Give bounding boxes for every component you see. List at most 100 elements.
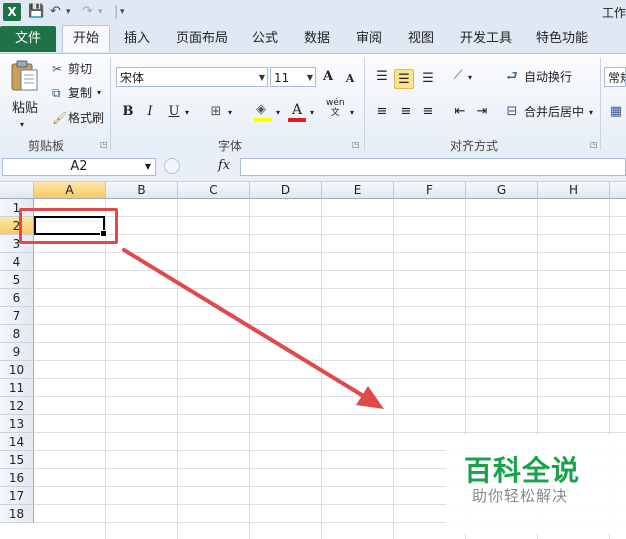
tab-file[interactable]: 文件 <box>0 26 56 52</box>
row-header[interactable]: 8 <box>0 325 34 343</box>
qat-separator: | <box>114 4 119 19</box>
copy-button[interactable]: 复制 <box>68 84 92 102</box>
insert-function-button[interactable]: fx <box>218 158 230 173</box>
column-header-c[interactable]: C <box>178 182 250 199</box>
paste-button[interactable]: 粘贴 ▾ <box>6 60 42 130</box>
row-header[interactable]: 12 <box>0 397 34 415</box>
column-header-g[interactable]: G <box>466 182 538 199</box>
font-color-letter: A <box>292 102 303 118</box>
excel-app-icon[interactable]: X <box>3 3 21 21</box>
redo-icon[interactable]: ↷ <box>82 4 93 20</box>
row-header[interactable]: 5 <box>0 271 34 289</box>
paste-label: 粘贴 <box>12 101 39 116</box>
underline-dropdown-icon[interactable]: ▾ <box>185 104 189 122</box>
ribbon-tabs: 文件 开始 插入 页面布局 公式 数据 审阅 视图 开发工具 特色功能 <box>0 24 626 53</box>
save-icon[interactable]: 💾 <box>28 4 44 20</box>
row-header[interactable]: 10 <box>0 361 34 379</box>
customize-qat-icon[interactable]: ▾ <box>120 4 125 20</box>
align-middle-icon[interactable]: ☰ <box>394 69 414 89</box>
font-name-combo[interactable]: 宋体 ▼ <box>116 67 268 87</box>
paint-bucket-icon: ◈ <box>256 102 266 117</box>
align-left-icon[interactable]: ≡ <box>372 102 392 122</box>
chevron-down-icon: ▼ <box>306 73 313 82</box>
row-header[interactable]: 7 <box>0 307 34 325</box>
row-header[interactable]: 17 <box>0 487 34 505</box>
watermark-title: 百科全说 <box>464 454 581 487</box>
shrink-font-button[interactable]: A <box>340 69 360 89</box>
column-header-f[interactable]: F <box>394 182 466 199</box>
align-right-icon[interactable]: ≡ <box>418 102 438 122</box>
redo-dropdown-icon[interactable]: ▾ <box>98 4 103 20</box>
tab-view[interactable]: 视图 <box>398 26 444 52</box>
tab-formulas[interactable]: 公式 <box>242 26 288 52</box>
column-header-h[interactable]: H <box>538 182 610 199</box>
clipboard-group-label: 剪贴板 <box>28 139 65 153</box>
tab-page-layout[interactable]: 页面布局 <box>166 26 238 52</box>
window-title: 工作 <box>601 6 626 20</box>
phonetic-dropdown-icon[interactable]: ▾ <box>350 104 354 122</box>
borders-icon[interactable]: ⊞ <box>206 102 226 122</box>
select-all-corner[interactable] <box>0 182 34 199</box>
tab-review[interactable]: 审阅 <box>346 26 392 52</box>
formula-bar-expand-icon[interactable] <box>164 158 180 174</box>
merge-center-button[interactable]: 合并后居中 <box>524 103 584 121</box>
ribbon: 粘贴 ▾ ✂ 剪切 ⧉ 复制 ▾ 🖌 格式刷 剪贴板 ◳ 宋体 ▼ 11 ▼ A… <box>0 53 626 154</box>
undo-icon[interactable]: ↶ <box>50 4 61 20</box>
font-color-dropdown-icon[interactable]: ▾ <box>310 104 314 122</box>
font-size-combo[interactable]: 11 ▼ <box>270 67 316 87</box>
currency-icon[interactable]: ▦ <box>606 102 626 122</box>
row-header[interactable]: 4 <box>0 253 34 271</box>
underline-button[interactable]: U <box>164 102 184 122</box>
format-painter-button[interactable]: 格式刷 <box>68 109 104 127</box>
phonetic-button[interactable]: wén 文 <box>326 98 345 118</box>
wrap-text-button[interactable]: 自动换行 <box>524 68 572 86</box>
tab-insert[interactable]: 插入 <box>114 26 160 52</box>
paste-dropdown-icon[interactable]: ▾ <box>20 116 24 134</box>
font-launcher-icon[interactable]: ◳ <box>352 140 360 149</box>
row-header[interactable]: 16 <box>0 469 34 487</box>
decrease-indent-icon[interactable]: ⇤ <box>450 102 470 122</box>
alignment-launcher-icon[interactable]: ◳ <box>590 140 598 149</box>
name-box[interactable]: A2 ▼ <box>2 158 156 176</box>
column-header-d[interactable]: D <box>250 182 322 199</box>
italic-button[interactable]: I <box>140 102 160 122</box>
align-center-icon[interactable]: ≡ <box>396 102 416 122</box>
tab-home[interactable]: 开始 <box>62 25 111 52</box>
column-header-e[interactable]: E <box>322 182 394 199</box>
fill-color-button[interactable]: ◈ <box>254 102 274 122</box>
paste-icon <box>11 60 38 91</box>
bold-button[interactable]: B <box>118 102 138 122</box>
number-format-combo[interactable]: 常规 <box>604 67 626 87</box>
row-header[interactable]: 9 <box>0 343 34 361</box>
grow-font-button[interactable]: A <box>318 67 338 87</box>
font-name-value: 宋体 <box>120 71 145 85</box>
alignment-group-label: 对齐方式 <box>450 139 499 153</box>
tab-data[interactable]: 数据 <box>294 26 340 52</box>
copy-dropdown-icon[interactable]: ▾ <box>97 84 101 102</box>
row-header[interactable]: 15 <box>0 451 34 469</box>
formula-input[interactable] <box>240 158 626 176</box>
ribbon-separator <box>364 58 365 150</box>
tab-developer[interactable]: 开发工具 <box>450 26 522 52</box>
borders-dropdown-icon[interactable]: ▾ <box>228 104 232 122</box>
column-header-i[interactable] <box>610 182 626 199</box>
row-header[interactable]: 13 <box>0 415 34 433</box>
row-header[interactable]: 18 <box>0 505 34 523</box>
orientation-dropdown-icon[interactable]: ▾ <box>468 69 472 87</box>
align-top-icon[interactable]: ☰ <box>372 67 392 87</box>
increase-indent-icon[interactable]: ⇥ <box>472 102 492 122</box>
row-header[interactable]: 14 <box>0 433 34 451</box>
column-header-a[interactable]: A <box>34 182 106 199</box>
column-header-b[interactable]: B <box>106 182 178 199</box>
row-header[interactable]: 6 <box>0 289 34 307</box>
row-header[interactable]: 11 <box>0 379 34 397</box>
orientation-icon[interactable]: ⟋ <box>448 66 468 86</box>
font-color-button[interactable]: A <box>288 102 308 122</box>
tab-special-features[interactable]: 特色功能 <box>526 26 598 52</box>
clipboard-launcher-icon[interactable]: ◳ <box>100 140 108 149</box>
cut-button[interactable]: 剪切 <box>68 60 92 78</box>
undo-dropdown-icon[interactable]: ▾ <box>66 4 71 20</box>
fill-color-dropdown-icon[interactable]: ▾ <box>276 104 280 122</box>
align-bottom-icon[interactable]: ☰ <box>418 69 438 89</box>
merge-dropdown-icon[interactable]: ▾ <box>589 104 593 122</box>
